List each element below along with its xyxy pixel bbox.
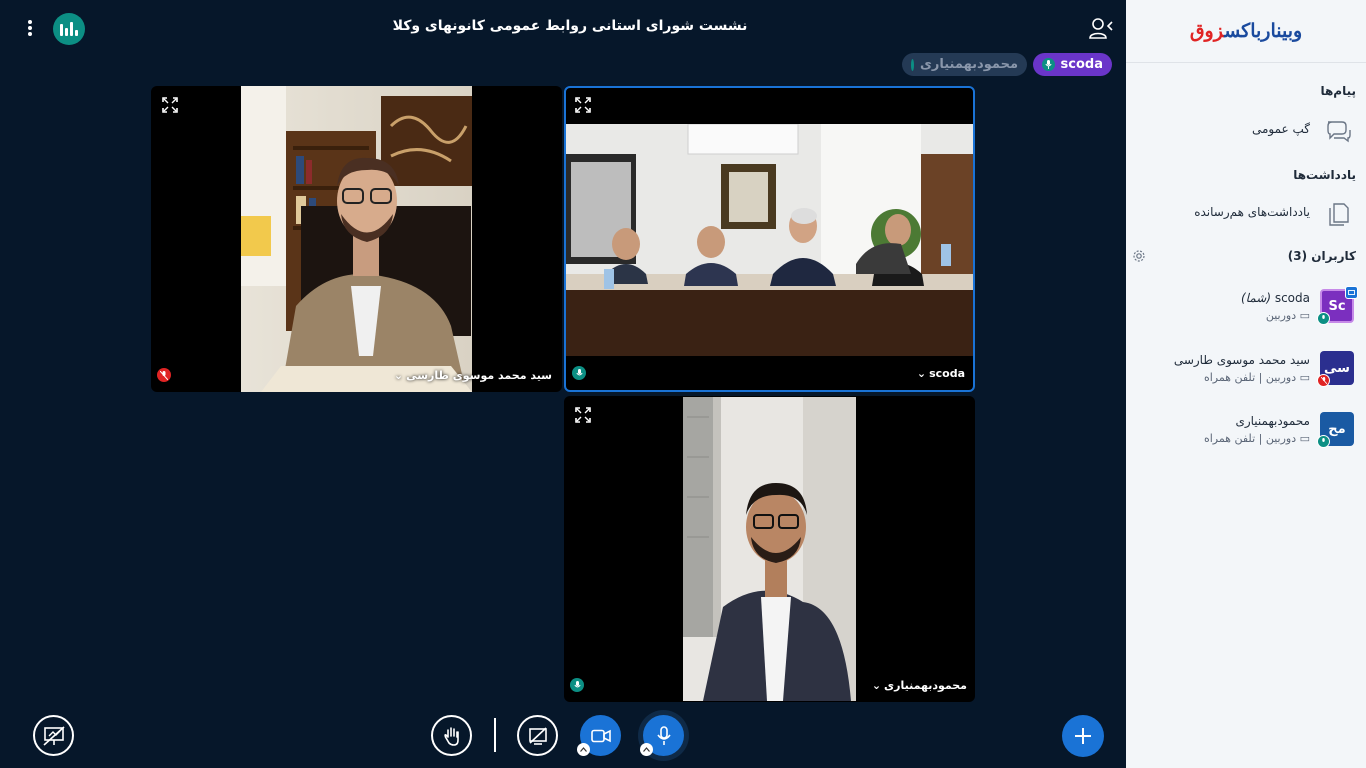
- video-tile-sayed[interactable]: سید محمد موسوی طارسی ⌄: [151, 86, 562, 392]
- notes-section-title: یادداشت‌ها: [1293, 168, 1356, 182]
- fullscreen-icon[interactable]: [574, 406, 592, 424]
- microphone-icon: [1317, 312, 1330, 325]
- toolbar-divider: [494, 718, 496, 752]
- presenter-badge-icon: [1345, 286, 1358, 299]
- camera-settings-caret-icon[interactable]: [577, 743, 590, 756]
- microphone-icon: [572, 366, 586, 380]
- actions-plus-button[interactable]: [1062, 715, 1104, 757]
- screen-share-button[interactable]: [517, 715, 558, 756]
- user-list-item[interactable]: Sc scoda (شما) ▭ دوربین: [1126, 286, 1366, 341]
- tile-name-dropdown[interactable]: سید محمد موسوی طارسی ⌄: [394, 369, 552, 382]
- video-camera-icon: [590, 729, 611, 742]
- plus-icon: [1075, 728, 1091, 744]
- user-name: scoda (شما): [1240, 291, 1310, 305]
- status-dot-icon: [911, 58, 914, 71]
- meeting-title: نشست شورای استانی روابط عمومی کانونهای و…: [392, 18, 748, 34]
- user-list-item[interactable]: مح محمودبهمنیاری ▭ دوربین | تلفن همراه: [1126, 412, 1366, 464]
- presentation-icon: [42, 725, 65, 746]
- user-device: ▭ دوربین: [1265, 309, 1310, 322]
- user-device: ▭ دوربین | تلفن همراه: [1203, 432, 1310, 445]
- muted-microphone-icon: [1317, 374, 1330, 387]
- user-name: محمودبهمنیاری: [1235, 414, 1310, 428]
- webcam-video: [683, 397, 856, 701]
- brand-logo: وبینارباکسزوق: [1126, 0, 1366, 63]
- fullscreen-icon[interactable]: [574, 96, 592, 114]
- user-name: سید محمد موسوی طارسی: [1173, 353, 1310, 367]
- screen-share-off-icon: [528, 726, 547, 745]
- participant-name: سید محمد موسوی طارسی: [406, 369, 552, 382]
- microphone-icon: [656, 725, 671, 745]
- sidebar: وبینارباکسزوق پیام‌ها گپ عمومی یادداشت‌ه…: [1126, 0, 1366, 768]
- gear-icon[interactable]: [1132, 249, 1146, 263]
- fullscreen-icon[interactable]: [161, 96, 179, 114]
- chat-bubble-icon: [1327, 121, 1351, 143]
- shared-notes-item[interactable]: یادداشت‌های هم‌رسانده: [1126, 195, 1366, 231]
- participant-name: scoda: [929, 367, 965, 380]
- options-menu-button[interactable]: [22, 17, 38, 39]
- user-list-toggle-icon[interactable]: [1088, 17, 1114, 41]
- chevron-down-icon: ⌄: [871, 679, 882, 692]
- public-chat-item[interactable]: گپ عمومی: [1126, 112, 1366, 148]
- users-section-title: کاربران (3): [1287, 249, 1356, 263]
- notes-document-icon: [1329, 203, 1349, 226]
- webcam-video: [241, 86, 472, 392]
- microphone-icon: [570, 678, 584, 692]
- webcam-video: [566, 124, 973, 356]
- talking-name: scoda: [1060, 57, 1103, 72]
- muted-microphone-icon: [157, 368, 171, 382]
- messages-section-title: پیام‌ها: [1320, 84, 1356, 98]
- chevron-down-icon: ⌄: [393, 369, 404, 382]
- chevron-down-icon: ⌄: [916, 367, 927, 380]
- public-chat-label: گپ عمومی: [1251, 122, 1310, 136]
- talking-name: محمودبهمنیاری: [919, 57, 1018, 72]
- talking-indicator-mahmoud: محمودبهمنیاری: [902, 53, 1027, 76]
- talking-indicator-scoda: scoda: [1033, 53, 1112, 76]
- meeting-area: نشست شورای استانی روابط عمومی کانونهای و…: [0, 0, 1126, 768]
- tile-name-dropdown[interactable]: محمودبهمنیاری ⌄: [872, 679, 967, 692]
- presentation-toggle-button[interactable]: [33, 715, 74, 756]
- audio-settings-caret-icon[interactable]: [640, 743, 653, 756]
- shared-notes-label: یادداشت‌های هم‌رسانده: [1194, 205, 1310, 219]
- video-tile-scoda[interactable]: scoda ⌄: [564, 86, 975, 392]
- user-device: ▭ دوربین | تلفن همراه: [1203, 371, 1310, 384]
- user-list-item[interactable]: سی سید محمد موسوی طارسی ▭ دوربین | تلفن …: [1126, 351, 1366, 403]
- microphone-icon: [1042, 58, 1055, 71]
- connection-stats-button[interactable]: [53, 13, 85, 45]
- tile-name-dropdown[interactable]: scoda ⌄: [917, 367, 965, 380]
- microphone-icon: [1317, 435, 1330, 448]
- raise-hand-button[interactable]: [431, 715, 472, 756]
- video-tile-mahmoud[interactable]: محمودبهمنیاری ⌄: [564, 396, 975, 702]
- hand-icon: [443, 726, 459, 746]
- participant-name: محمودبهمنیاری: [884, 679, 967, 692]
